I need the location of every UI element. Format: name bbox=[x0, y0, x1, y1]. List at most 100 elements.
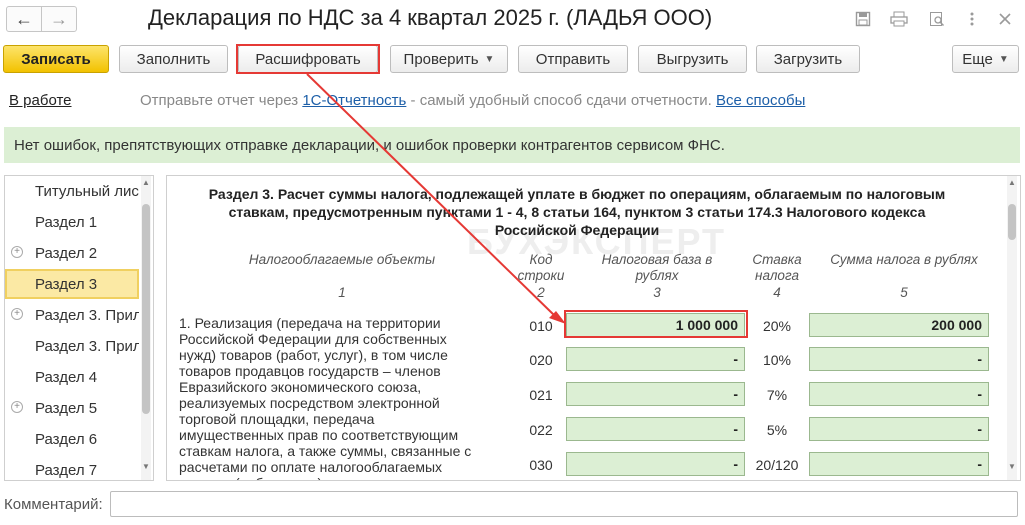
form-scrollbar[interactable]: ▲ ▼ bbox=[1007, 176, 1017, 480]
col-num-base: 3 bbox=[653, 285, 661, 300]
col-header-rate: Ставка налога bbox=[752, 252, 802, 283]
tax-amount-030[interactable]: - bbox=[809, 452, 989, 476]
decode-button[interactable]: Расшифровать bbox=[238, 45, 378, 73]
command-bar: Записать Заполнить Расшифровать Проверит… bbox=[0, 42, 1025, 78]
row-code-021: 021 bbox=[529, 387, 553, 403]
sidebar-item-section-3-appendix-1[interactable]: + Раздел 3. Приложение bbox=[5, 300, 139, 330]
sidebar-item-section-3-appendix-2[interactable]: Раздел 3. Приложение bbox=[5, 331, 139, 361]
row-description: 1. Реализация (передача на территории Ро… bbox=[179, 315, 472, 480]
comment-label: Комментарий: bbox=[4, 496, 103, 513]
sidebar-item-label: Раздел 3 bbox=[35, 275, 98, 293]
scroll-up-icon[interactable]: ▲ bbox=[141, 178, 151, 187]
row-code-010: 010 bbox=[529, 318, 553, 334]
all-methods-link[interactable]: Все способы bbox=[716, 92, 805, 109]
tax-amount-021[interactable]: - bbox=[809, 382, 989, 406]
tax-amount-022[interactable]: - bbox=[809, 417, 989, 441]
export-button[interactable]: Выгрузить bbox=[638, 45, 747, 73]
sidebar-item-section-4[interactable]: Раздел 4 bbox=[5, 362, 139, 392]
sidebar-item-label: Раздел 2 bbox=[35, 244, 98, 262]
back-button[interactable]: ← bbox=[6, 6, 42, 32]
print-icon[interactable] bbox=[888, 8, 910, 30]
form-scroll-thumb[interactable] bbox=[1008, 204, 1016, 240]
status-message: Отправьте отчет через 1С-Отчетность - са… bbox=[140, 92, 805, 109]
expand-icon[interactable]: + bbox=[11, 308, 23, 320]
sidebar-item-label: Раздел 5 bbox=[35, 399, 98, 417]
status-message-suffix: - самый удобный способ сдачи отчетности. bbox=[410, 92, 712, 109]
comment-input[interactable] bbox=[110, 491, 1018, 517]
sidebar-item-title-page[interactable]: Титульный лист bbox=[5, 176, 139, 206]
document-title: Декларация по НДС за 4 квартал 2025 г. (… bbox=[148, 5, 713, 30]
forward-button[interactable]: → bbox=[41, 6, 77, 32]
import-button[interactable]: Загрузить bbox=[756, 45, 860, 73]
banner-text: Нет ошибок, препятствующих отправке декл… bbox=[14, 136, 725, 154]
save-disk-icon[interactable] bbox=[852, 8, 874, 30]
rate-030: 20/120 bbox=[755, 457, 799, 473]
sidebar-item-section-5[interactable]: + Раздел 5 bbox=[5, 393, 139, 423]
save-button[interactable]: Записать bbox=[3, 45, 109, 73]
row-code-030: 030 bbox=[529, 457, 553, 473]
tax-base-021[interactable]: - bbox=[566, 382, 745, 406]
sidebar-item-label: Раздел 3. Приложение bbox=[35, 306, 139, 324]
arrow-right-icon: → bbox=[50, 8, 68, 29]
tax-base-022[interactable]: - bbox=[566, 417, 745, 441]
col-num-objects: 1 bbox=[338, 285, 346, 300]
rate-022: 5% bbox=[766, 422, 788, 438]
rate-020: 10% bbox=[762, 352, 792, 368]
col-num-rate: 4 bbox=[773, 285, 781, 300]
sidebar-item-label: Раздел 7 bbox=[35, 461, 98, 479]
sidebar-item-label: Раздел 4 bbox=[35, 368, 98, 386]
arrow-left-icon: ← bbox=[15, 8, 33, 29]
more-button[interactable]: Еще ▼ bbox=[952, 45, 1019, 73]
sidebar-item-section-1[interactable]: Раздел 1 bbox=[5, 207, 139, 237]
check-button[interactable]: Проверить ▼ bbox=[390, 45, 508, 73]
sidebar-item-label: Раздел 6 bbox=[35, 430, 98, 448]
title-bar: ← → Декларация по НДС за 4 квартал 2025 … bbox=[0, 0, 1025, 38]
col-num-tax: 5 bbox=[900, 285, 908, 300]
sidebar-item-label: Титульный лист bbox=[35, 182, 139, 200]
row-code-020: 020 bbox=[529, 352, 553, 368]
rate-021: 7% bbox=[766, 387, 788, 403]
sidebar-item-section-2[interactable]: + Раздел 2 bbox=[5, 238, 139, 268]
row-code-022: 022 bbox=[529, 422, 553, 438]
check-label: Проверить bbox=[403, 50, 479, 68]
col-header-base: Налоговая база в рублях bbox=[601, 252, 713, 283]
expand-icon[interactable]: + bbox=[11, 246, 23, 258]
tax-base-010[interactable]: 1 000 000 bbox=[566, 313, 745, 337]
send-button[interactable]: Отправить bbox=[518, 45, 628, 73]
sidebar-item-section-3[interactable]: Раздел 3 bbox=[5, 269, 139, 299]
fill-button[interactable]: Заполнить bbox=[119, 45, 228, 73]
tax-amount-020[interactable]: - bbox=[809, 347, 989, 371]
close-icon[interactable] bbox=[994, 8, 1016, 30]
chevron-down-icon: ▼ bbox=[998, 53, 1009, 65]
scroll-down-icon[interactable]: ▼ bbox=[1007, 462, 1017, 471]
sidebar-item-label: Раздел 1 bbox=[35, 213, 98, 231]
status-state-link[interactable]: В работе bbox=[9, 92, 72, 109]
col-header-tax: Сумма налога в рублях bbox=[830, 252, 978, 267]
section-list: Титульный лист Раздел 1 + Раздел 2 Разде… bbox=[4, 175, 154, 481]
col-header-objects: Налогооблагаемые объекты bbox=[248, 252, 436, 267]
tax-base-020[interactable]: - bbox=[566, 347, 745, 371]
comment-row: Комментарий: bbox=[0, 490, 1025, 520]
sidebar-item-section-6[interactable]: Раздел 6 bbox=[5, 424, 139, 454]
status-line: В работе Отправьте отчет через 1С-Отчетн… bbox=[0, 88, 1025, 114]
more-label: Еще bbox=[962, 50, 993, 68]
section-title: Раздел 3. Расчет суммы налога, подлежаще… bbox=[208, 186, 946, 238]
col-header-code: Код строки bbox=[517, 252, 565, 283]
sidebar-scroll-thumb[interactable] bbox=[142, 204, 150, 414]
chevron-down-icon: ▼ bbox=[484, 53, 495, 65]
scroll-down-icon[interactable]: ▼ bbox=[141, 462, 151, 471]
tax-base-030[interactable]: - bbox=[566, 452, 745, 476]
sidebar-scrollbar[interactable]: ▲ ▼ bbox=[141, 176, 151, 480]
sidebar-item-section-7[interactable]: Раздел 7 bbox=[5, 455, 139, 480]
status-message-prefix: Отправьте отчет через bbox=[140, 92, 299, 109]
check-result-banner: Нет ошибок, препятствующих отправке декл… bbox=[4, 127, 1020, 163]
scroll-up-icon[interactable]: ▲ bbox=[1007, 178, 1017, 187]
expand-icon[interactable]: + bbox=[11, 401, 23, 413]
more-vertical-icon[interactable] bbox=[961, 8, 983, 30]
form-panel: БУХЭКСПЕРТ Раздел 3. Расчет суммы налога… bbox=[166, 175, 1021, 481]
preview-icon[interactable] bbox=[926, 8, 948, 30]
sidebar-item-label: Раздел 3. Приложение bbox=[35, 337, 139, 355]
col-num-code: 2 bbox=[537, 285, 545, 300]
service-link[interactable]: 1С-Отчетность bbox=[302, 92, 406, 109]
tax-amount-010[interactable]: 200 000 bbox=[809, 313, 989, 337]
